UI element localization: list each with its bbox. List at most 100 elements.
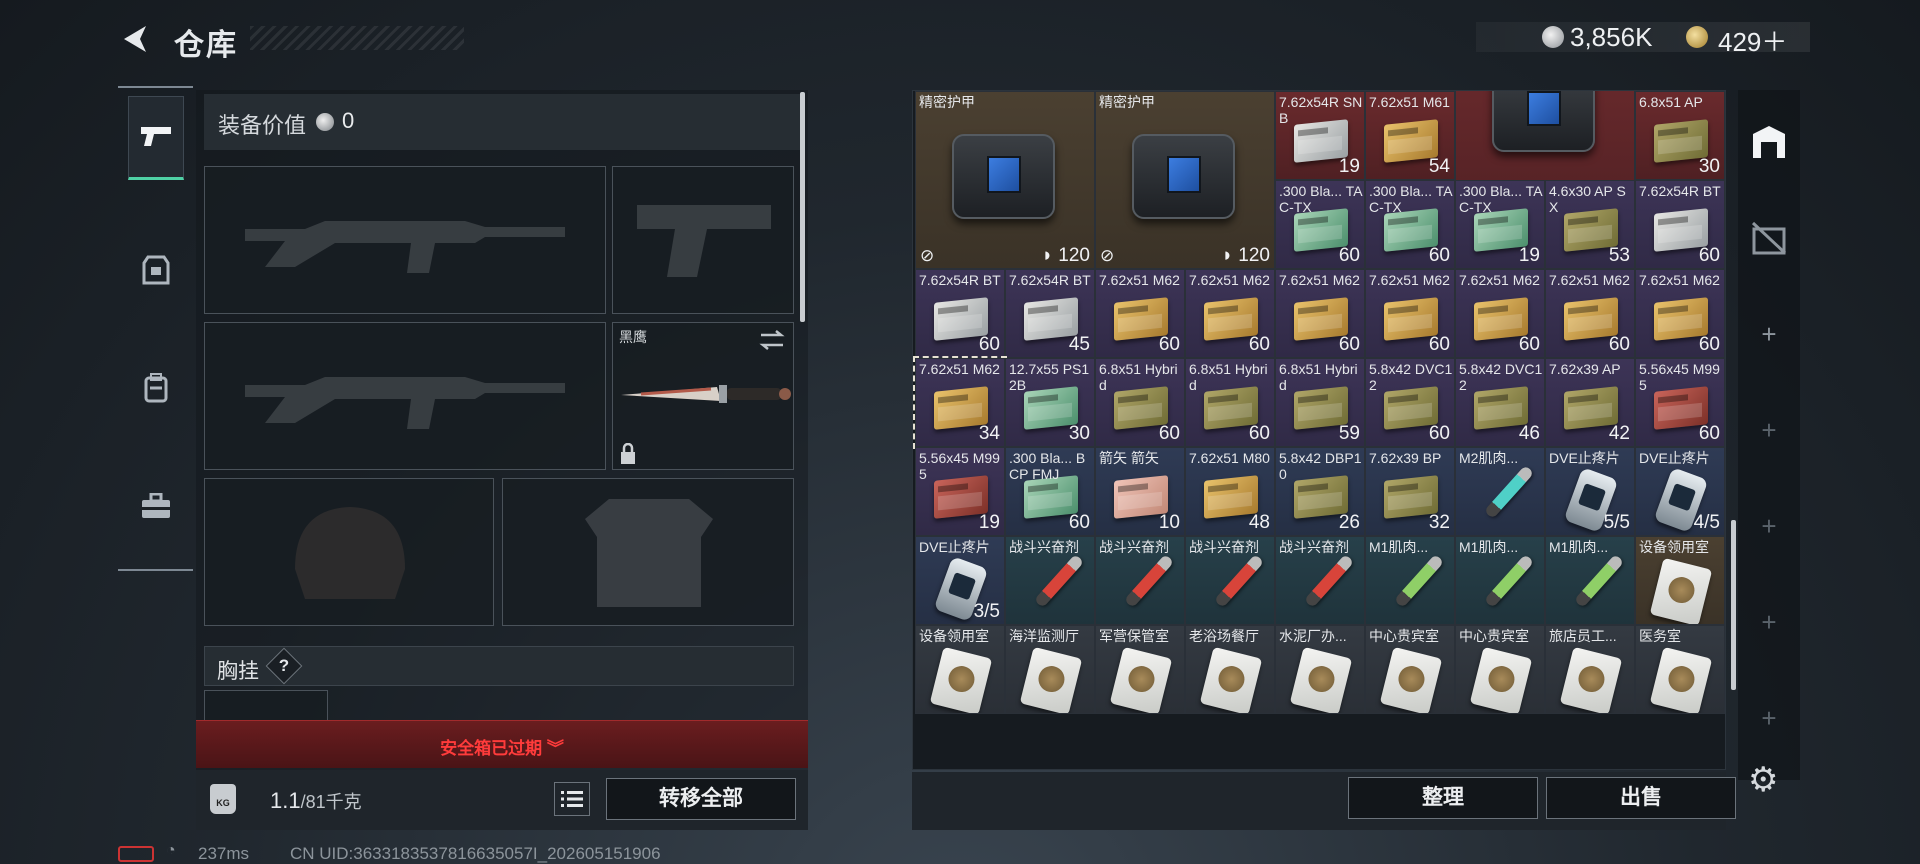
item-count: 60 — [1698, 334, 1720, 355]
sidearm-slot[interactable] — [612, 166, 794, 314]
grid-cell[interactable]: 7.62x51 M62 60 — [1275, 269, 1365, 358]
loadout-nav — [118, 86, 193, 571]
storage-page-main[interactable] — [1738, 102, 1800, 182]
grid-cell[interactable]: 7.62x51 M62 60 — [1635, 269, 1725, 358]
armor-bag-icon — [1491, 91, 1595, 152]
grid-cell[interactable]: 水泥厂办... — [1275, 625, 1365, 714]
add-page-button[interactable]: + — [1738, 486, 1800, 566]
grid-cell[interactable]: 设备领用室 — [1635, 536, 1725, 625]
grid-cell[interactable]: 7.62x51 M62 60 — [1095, 269, 1185, 358]
grid-cell[interactable]: 7.62x54R BT 60 — [915, 269, 1005, 358]
grid-cell[interactable]: 7.62x54R BT 45 — [1005, 269, 1095, 358]
grid-cell[interactable]: DVE止疼片 3/5 — [915, 536, 1005, 625]
grid-cell[interactable]: 军营保管室 — [1095, 625, 1185, 714]
grid-cell[interactable]: M1肌肉... — [1455, 536, 1545, 625]
grid-cell[interactable]: 7.62x51 M62 60 — [1185, 269, 1275, 358]
help-icon[interactable]: ? — [265, 647, 303, 685]
grid-cell[interactable]: 7.62x51 M62 60 — [1365, 269, 1455, 358]
grid-cell[interactable]: 箭矢 箭矢 10 — [1095, 447, 1185, 536]
swap-icon[interactable] — [759, 329, 785, 351]
grid-cell[interactable]: 6.8x51 Hybrid 60 — [1185, 358, 1275, 447]
grid-cell[interactable]: ⊘ 精密护甲 ◗ 120 — [1095, 91, 1275, 269]
item-count: 60 — [1338, 245, 1360, 266]
grid-cell[interactable]: 海洋监测厅 — [1005, 625, 1095, 714]
add-page-button[interactable]: + — [1738, 390, 1800, 470]
nav-case[interactable] — [128, 464, 184, 548]
sell-button[interactable]: 出售 — [1546, 777, 1736, 819]
safebox-expired-banner[interactable]: 安全箱已过期 ︾ — [196, 720, 808, 768]
item-name: .300 Bla... TAC-TX — [1459, 183, 1543, 215]
nav-weapons[interactable] — [128, 96, 184, 180]
add-page-button[interactable]: + — [1738, 678, 1800, 758]
grid-cell[interactable]: 5.56x45 M995 60 — [1635, 358, 1725, 447]
grid-cell[interactable]: 中心贵宾室 — [1365, 625, 1455, 714]
grid-cell[interactable]: 7.62x51 M61 54 — [1365, 91, 1455, 180]
item-count: 19 — [1338, 156, 1360, 177]
grid-cell[interactable]: 战斗兴奋剂 — [1185, 536, 1275, 625]
gold-currency-amount[interactable]: 429＋ — [1718, 22, 1787, 59]
grid-cell[interactable]: 医务室 — [1635, 625, 1725, 714]
grid-cell[interactable]: 5.8x42 DVC12 46 — [1455, 358, 1545, 447]
sort-button[interactable]: 整理 — [1348, 777, 1538, 819]
item-name: 7.62x54R BT — [1009, 272, 1091, 288]
grid-cell[interactable]: DVE止疼片 4/5 — [1635, 447, 1725, 536]
gear-icon[interactable]: ⚙ — [1748, 760, 1778, 800]
grid-cell[interactable]: 6.8x51 Hybrid 60 — [1095, 358, 1185, 447]
grid-cell[interactable]: 7.62x51 M62 60 — [1545, 269, 1635, 358]
grid-cell[interactable]: 4.6x30 AP SX 53 — [1545, 180, 1635, 269]
grid-cell[interactable]: 7.62x54R BT 60 — [1635, 180, 1725, 269]
add-page-button[interactable]: + — [1738, 582, 1800, 662]
chest-rig-slot[interactable] — [204, 690, 328, 720]
grid-cell[interactable]: 7.62x39 BP 32 — [1365, 447, 1455, 536]
grid-cell[interactable]: 5.56x45 M995 19 — [915, 447, 1005, 536]
equipment-scrollbar[interactable] — [800, 92, 805, 322]
grid-cell[interactable]: 旅店员工... — [1545, 625, 1635, 714]
item-count: 30 — [1698, 156, 1720, 177]
item-name: 7.62x51 M61 — [1369, 94, 1450, 110]
grid-cell[interactable]: 7.62x54R SNB 19 — [1275, 91, 1365, 180]
grid-cell[interactable]: .300 Bla... TAC-TX 19 — [1455, 180, 1545, 269]
grid-cell[interactable]: 6.8x51 Hybrid 59 — [1275, 358, 1365, 447]
item-count: ◗ 120 — [1221, 245, 1270, 266]
grid-cell[interactable]: 战斗兴奋剂 — [1275, 536, 1365, 625]
transfer-all-button[interactable]: 转移全部 — [606, 778, 796, 820]
item-name: 4.6x30 AP SX — [1549, 183, 1626, 215]
grid-cell[interactable]: 战斗兴奋剂 — [1095, 536, 1185, 625]
grid-cell[interactable]: .300 Bla... TAC-TX 60 — [1275, 180, 1365, 269]
grid-cell[interactable]: 7.62x51 M80 48 — [1185, 447, 1275, 536]
list-view-button[interactable] — [554, 782, 590, 816]
secondary-weapon-slot[interactable] — [204, 322, 606, 470]
nav-backpack[interactable] — [128, 346, 184, 430]
grid-cell[interactable]: DVE止疼片 5/5 — [1545, 447, 1635, 536]
grid-cell[interactable]: 老浴场餐厅 — [1185, 625, 1275, 714]
item-count: 53 — [1608, 245, 1630, 266]
grid-cell[interactable]: M1肌肉... — [1545, 536, 1635, 625]
grid-cell[interactable]: ⊘ 精密护甲 ◗ 120 — [915, 91, 1095, 269]
grid-cell[interactable]: 7.62x51 M62 60 — [1455, 269, 1545, 358]
storage-scrollbar[interactable] — [1731, 520, 1736, 690]
grid-cell[interactable]: 6.8x51 AP 30 — [1635, 91, 1725, 180]
grid-cell[interactable]: 7.62x51 M62 34 — [913, 356, 1007, 449]
grid-cell[interactable]: 5.8x42 DVC12 60 — [1365, 358, 1455, 447]
helmet-slot[interactable] — [204, 478, 494, 626]
grid-cell[interactable]: .300 Bla... TAC-TX 60 — [1365, 180, 1455, 269]
body-armor-slot[interactable] — [502, 478, 794, 626]
grid-cell[interactable]: M1肌肉... — [1365, 536, 1455, 625]
bag-screen — [1167, 155, 1202, 193]
grid-cell[interactable]: 5.8x42 DBP10 26 — [1275, 447, 1365, 536]
storage-page-2[interactable] — [1738, 198, 1800, 278]
grid-cell[interactable]: 设备领用室 — [915, 625, 1005, 714]
grid-cell[interactable]: .300 Bla... BCP FMJ 60 — [1005, 447, 1095, 536]
primary-weapon-slot[interactable] — [204, 166, 606, 314]
item-name: 5.8x42 DVC12 — [1459, 361, 1543, 393]
grid-cell[interactable]: 7.62x39 AP 42 — [1545, 358, 1635, 447]
grid-cell[interactable]: M2肌肉... — [1455, 447, 1545, 536]
grid-cell[interactable]: 中心贵宾室 — [1455, 625, 1545, 714]
nav-armor[interactable] — [128, 228, 184, 312]
grid-cell[interactable]: 12.7x55 PS12B 30 — [1005, 358, 1095, 447]
add-page-button[interactable]: + — [1738, 294, 1800, 374]
back-arrow-icon[interactable] — [118, 22, 152, 56]
grid-cell[interactable]: 战斗兴奋剂 — [1005, 536, 1095, 625]
injector-icon — [1483, 553, 1535, 609]
melee-slot[interactable]: 黑鹰 — [612, 322, 794, 470]
